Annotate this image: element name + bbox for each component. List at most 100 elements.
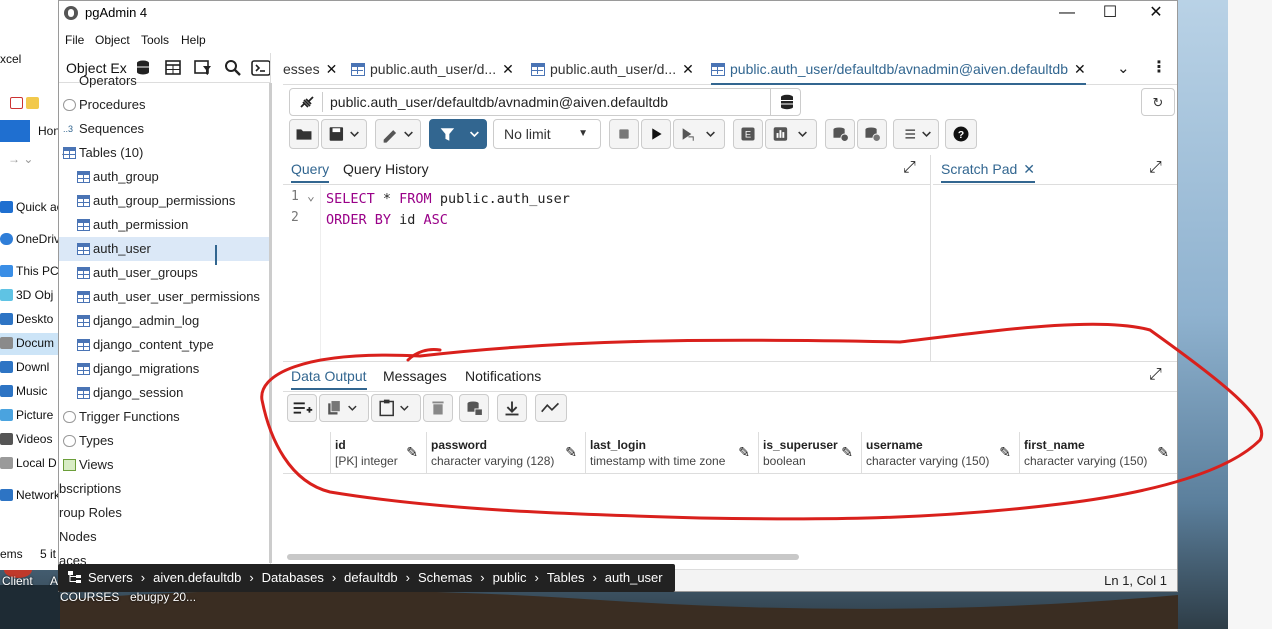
minimize-button[interactable]: — xyxy=(1044,1,1090,25)
tab-processes[interactable]: esses ✕ xyxy=(283,53,337,85)
edit-pencil-icon[interactable]: ✎ xyxy=(738,444,750,461)
paste-icon[interactable] xyxy=(371,394,421,422)
breadcrumb-item[interactable]: defaultdb xyxy=(344,570,398,585)
tree-item[interactable]: roup Roles xyxy=(59,501,270,525)
menu-tools[interactable]: Tools xyxy=(141,33,169,47)
tree-item[interactable]: ›auth_group_permissions xyxy=(59,189,270,213)
delete-icon[interactable] xyxy=(423,394,453,422)
tree-item[interactable]: ›django_migrations xyxy=(59,357,270,381)
breadcrumb-item[interactable]: Schemas xyxy=(418,570,472,585)
edit-pencil-icon[interactable]: ✎ xyxy=(565,444,577,461)
close-icon[interactable]: ✕ xyxy=(1074,61,1086,77)
save-data-icon[interactable] xyxy=(459,394,489,422)
horizontal-scrollbar[interactable] xyxy=(287,554,799,560)
breadcrumb-item[interactable]: aiven.defaultdb xyxy=(153,570,241,585)
graph-visualiser-icon[interactable] xyxy=(535,394,567,422)
macros-icon[interactable] xyxy=(893,119,939,149)
expand-icon[interactable]: ⤢ xyxy=(903,159,916,177)
add-row-icon[interactable] xyxy=(287,394,317,422)
stop-icon[interactable] xyxy=(609,119,639,149)
query-toolbar: No limit ▼ E ? xyxy=(283,119,1177,149)
tree-item[interactable]: ›auth_user xyxy=(59,237,270,261)
tree-item[interactable]: Procedures xyxy=(59,93,270,117)
tree-item[interactable]: ›auth_permission xyxy=(59,213,270,237)
close-icon[interactable]: ✕ xyxy=(1023,161,1035,177)
tree-item[interactable]: ›auth_group xyxy=(59,165,270,189)
open-file-icon[interactable] xyxy=(289,119,319,149)
tree-item[interactable]: Operators xyxy=(59,69,270,93)
explain-e-icon[interactable]: E xyxy=(733,119,763,149)
copy-icon[interactable] xyxy=(319,394,369,422)
tree-item[interactable]: Trigger Functions xyxy=(59,405,270,429)
tab-query-2[interactable]: public.auth_user/d... ✕ xyxy=(531,53,694,85)
column-header-password[interactable]: password character varying (128) ✎ xyxy=(427,432,586,474)
tree-item[interactable]: Types xyxy=(59,429,270,453)
menu-file[interactable]: File xyxy=(65,33,84,47)
menu-object[interactable]: Object xyxy=(95,33,130,47)
database-icon[interactable] xyxy=(778,94,796,110)
tree-item[interactable]: ›auth_user_groups xyxy=(59,261,270,285)
menu-help[interactable]: Help xyxy=(181,33,206,47)
expand-icon[interactable]: ⤢ xyxy=(1149,366,1162,384)
tab-scratch-pad[interactable]: Scratch Pad ✕ xyxy=(941,155,1035,183)
breadcrumb-item[interactable]: Tables xyxy=(547,570,585,585)
column-header-username[interactable]: username character varying (150) ✎ xyxy=(862,432,1020,474)
explain-icon[interactable] xyxy=(673,119,725,149)
download-icon[interactable] xyxy=(497,394,527,422)
tab-query-history[interactable]: Query History xyxy=(343,155,429,183)
breadcrumb-item[interactable]: public xyxy=(493,570,527,585)
tree-item[interactable]: ›auth_user_user_permissions xyxy=(59,285,270,309)
column-header-id[interactable]: id [PK] integer ✎ xyxy=(331,432,427,474)
close-icon[interactable]: ✕ xyxy=(502,61,514,77)
connection-selector[interactable]: public.auth_user/defaultdb/avnadmin@aive… xyxy=(289,88,801,116)
tab-query[interactable]: Query xyxy=(291,155,330,183)
filter-icon[interactable] xyxy=(429,119,487,149)
tab-data-output[interactable]: Data Output xyxy=(291,362,367,390)
object-explorer-scrollbar[interactable] xyxy=(269,83,272,563)
tab-messages[interactable]: Messages xyxy=(383,362,447,390)
3d-objects-label: 3D Obj xyxy=(16,288,54,302)
sql-editor[interactable]: SELECT * FROM public.auth_user ORDER BY i… xyxy=(326,189,570,231)
breadcrumb-item[interactable]: Servers xyxy=(88,570,133,585)
maximize-button[interactable]: ☐ xyxy=(1087,1,1133,25)
tree-item-label: auth_permission xyxy=(93,217,189,232)
edit-pencil-icon[interactable] xyxy=(375,119,421,149)
commit-icon[interactable] xyxy=(825,119,855,149)
fold-chevron-icon[interactable]: ⌄ xyxy=(307,189,315,204)
tree-item[interactable]: ›django_session xyxy=(59,381,270,405)
rollback-icon[interactable] xyxy=(857,119,887,149)
refresh-icon[interactable]: ↻ xyxy=(1141,88,1175,116)
table-icon xyxy=(77,291,90,303)
tree-item[interactable]: Views xyxy=(59,453,270,477)
breadcrumb-item[interactable]: auth_user xyxy=(605,570,663,585)
explain-analyze-icon[interactable] xyxy=(765,119,817,149)
edit-pencil-icon[interactable]: ✎ xyxy=(841,444,853,461)
execute-icon[interactable] xyxy=(641,119,671,149)
tree-item[interactable]: ⌄Tables (10) xyxy=(59,141,270,165)
more-options-icon[interactable]: ⋮ xyxy=(1151,57,1167,77)
help-icon[interactable]: ? xyxy=(945,119,977,149)
edit-pencil-icon[interactable]: ✎ xyxy=(406,444,418,461)
tab-notifications[interactable]: Notifications xyxy=(465,362,541,390)
tab-query-1[interactable]: public.auth_user/d... ✕ xyxy=(351,53,514,85)
tabs-overflow-chevron-icon[interactable]: ⌄ xyxy=(1117,59,1130,77)
column-header-first_name[interactable]: first_name character varying (150) ✎ xyxy=(1020,432,1177,474)
tab-query-active[interactable]: public.auth_user/defaultdb/avnadmin@aive… xyxy=(711,53,1086,85)
sequence-icon: ..3 xyxy=(63,124,74,134)
close-icon[interactable]: ✕ xyxy=(326,61,338,77)
expand-icon[interactable]: ⤢ xyxy=(1149,159,1162,177)
limit-select[interactable]: No limit ▼ xyxy=(493,119,601,149)
tree-item[interactable]: ..3 Sequences xyxy=(59,117,270,141)
close-window-button[interactable]: ✕ xyxy=(1133,1,1177,25)
tree-item[interactable]: Nodes xyxy=(59,525,270,549)
edit-pencil-icon[interactable]: ✎ xyxy=(999,444,1011,461)
save-file-icon[interactable] xyxy=(321,119,367,149)
close-icon[interactable]: ✕ xyxy=(682,61,694,77)
edit-pencil-icon[interactable]: ✎ xyxy=(1157,444,1169,461)
tree-item[interactable]: bscriptions xyxy=(59,477,270,501)
breadcrumb-item[interactable]: Databases xyxy=(262,570,324,585)
tree-item[interactable]: ›django_admin_log xyxy=(59,309,270,333)
column-header-is_superuser[interactable]: is_superuser boolean ✎ xyxy=(759,432,862,474)
column-header-last_login[interactable]: last_login timestamp with time zone ✎ xyxy=(586,432,759,474)
tree-item[interactable]: ›django_content_type xyxy=(59,333,270,357)
